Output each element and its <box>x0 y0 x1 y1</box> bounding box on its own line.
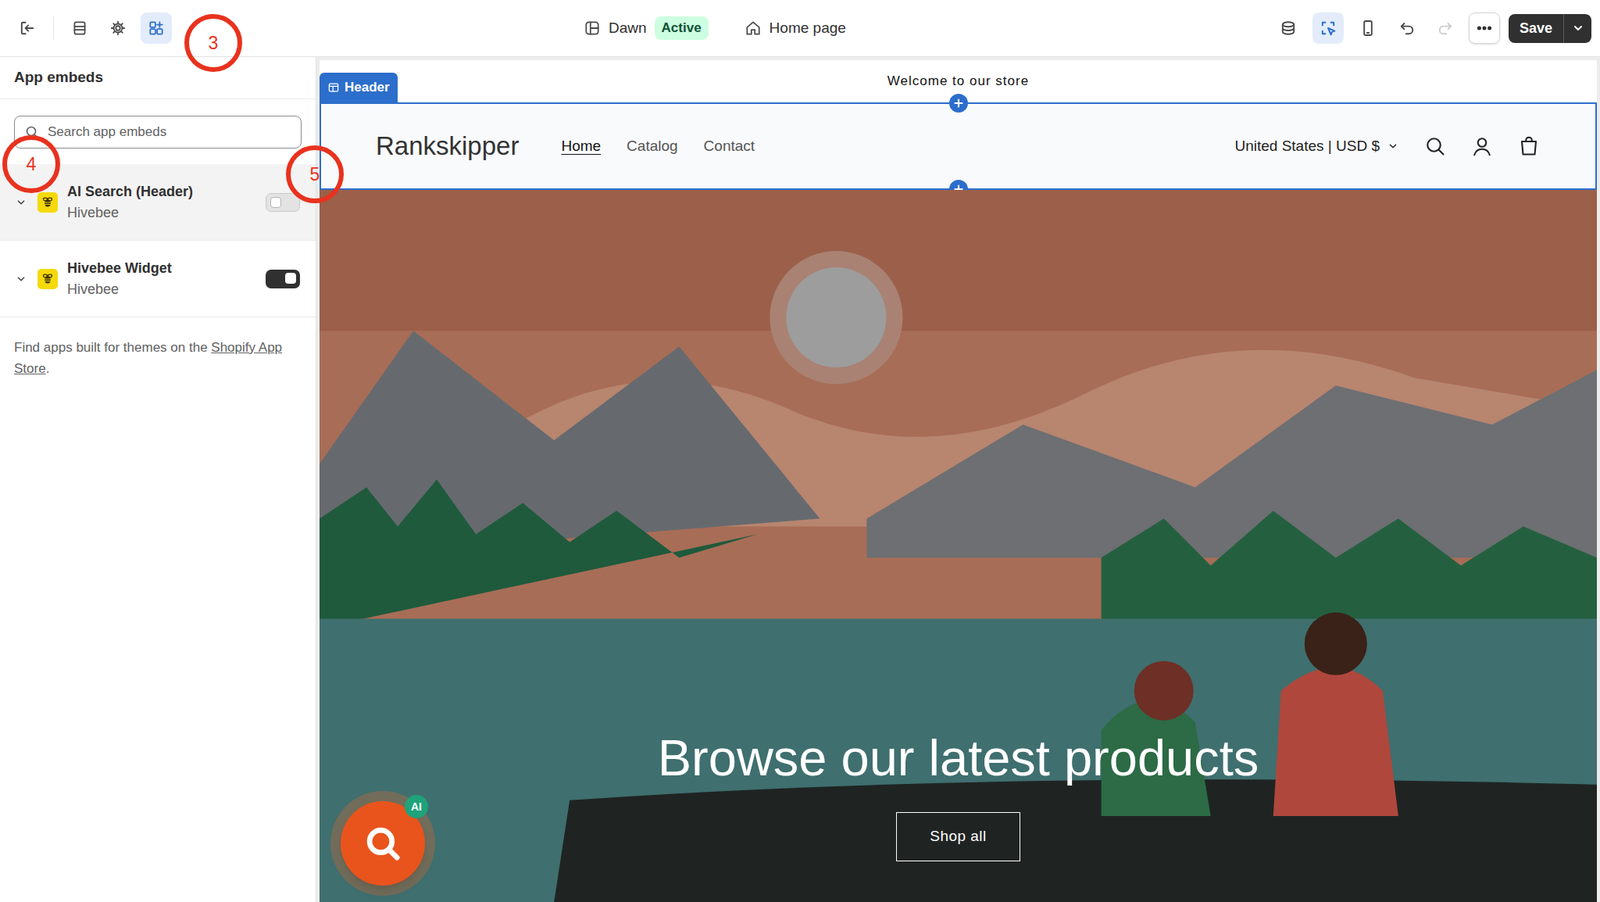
store-logo[interactable]: Rankskipper <box>375 126 519 166</box>
embed-toggle[interactable] <box>265 269 300 289</box>
embed-vendor: Hivebee <box>67 203 257 222</box>
save-button[interactable]: Save <box>1508 14 1564 43</box>
store-preview: Welcome to our store Header Rankskipper Hom… <box>319 60 1597 902</box>
embed-vendor: Hivebee <box>67 279 257 299</box>
bee-icon <box>39 194 56 211</box>
embed-row[interactable]: Hivebee WidgetHivebee <box>0 240 316 318</box>
panel-title: App embeds <box>14 66 104 90</box>
shop-all-button[interactable]: Shop all <box>896 811 1020 861</box>
sidebar-tab[interactable] <box>140 12 172 44</box>
redo-button[interactable] <box>1430 12 1461 44</box>
annotation-circle: 4 <box>2 135 61 193</box>
ai-badge: AI <box>404 794 429 818</box>
sections-icon <box>71 19 89 37</box>
app-logo <box>37 192 58 213</box>
more-button[interactable] <box>1468 12 1500 44</box>
add-section-button[interactable] <box>949 93 968 113</box>
section-icon <box>327 81 340 94</box>
toggle-knob <box>285 272 297 284</box>
account-icon <box>1470 134 1494 158</box>
page-name: Home page <box>769 17 847 40</box>
annotation-label: 4 <box>26 150 37 179</box>
search-icon <box>362 822 404 864</box>
embeds-icon <box>147 19 165 37</box>
search-input[interactable] <box>47 121 292 143</box>
nav-link[interactable]: Contact <box>703 135 755 158</box>
mobile-icon <box>1358 18 1378 38</box>
save-menu-button[interactable] <box>1563 14 1592 43</box>
embed-toggle[interactable] <box>265 192 300 212</box>
chevron-down-icon <box>14 195 29 210</box>
exit-icon <box>17 18 37 38</box>
chevron-down-icon <box>1385 139 1400 154</box>
undo-icon <box>1397 18 1417 38</box>
inspect-icon <box>1318 18 1338 38</box>
sidebar-tab[interactable] <box>102 12 134 44</box>
announcement-text: Welcome to our store <box>887 71 1029 92</box>
redo-icon <box>1435 18 1455 38</box>
layers-icon <box>1278 18 1298 38</box>
annotation-label: 3 <box>208 29 219 58</box>
undo-button[interactable] <box>1392 12 1422 44</box>
theme-name: Dawn <box>608 17 647 40</box>
footer-end: . <box>46 360 50 376</box>
view-tool[interactable] <box>1312 12 1344 44</box>
plus-icon <box>951 96 966 111</box>
app-embeds-panel: App embedsAI Search (Header)HivebeeHiveb… <box>0 57 317 902</box>
chevron-down-icon <box>14 271 29 286</box>
currency-label: United States | USD $ <box>1234 135 1380 158</box>
view-tool[interactable] <box>1352 12 1384 44</box>
main-nav: Home Catalog Contact <box>560 135 755 158</box>
header-section[interactable]: HeaderRankskipperHomeCatalogContactUnite… <box>319 102 1597 190</box>
toolbar-divider <box>53 16 54 40</box>
footer-note: Find apps built for themes on the Shopif… <box>0 317 316 379</box>
hero-image <box>319 189 1597 902</box>
preview-frame: Welcome to our store Header Rankskipper Hom… <box>316 57 1600 902</box>
cart-icon <box>1517 134 1541 158</box>
hero-banner: Browse our latest products Shop all AI <box>319 189 1597 902</box>
toggle-knob <box>270 196 282 208</box>
section-tag: Header <box>319 72 398 103</box>
theme-icon <box>583 19 601 37</box>
ai-search-launcher[interactable]: AI <box>330 790 436 896</box>
status-badge: Active <box>654 16 709 40</box>
exit-button[interactable] <box>11 12 43 44</box>
search-field[interactable] <box>14 115 302 149</box>
search-icon <box>1423 134 1447 158</box>
save-group: Save <box>1508 14 1592 43</box>
page-selector[interactable]: Home page <box>744 17 847 40</box>
app-logo <box>37 268 58 290</box>
footer-text: Find apps built for themes on the <box>14 339 211 355</box>
embed-name: AI Search (Header) <box>67 182 257 201</box>
embed-name: Hivebee Widget <box>67 258 257 278</box>
home-icon <box>744 19 762 37</box>
embed-row[interactable]: AI Search (Header) Hivebee <box>0 164 316 241</box>
annotation-circle: 5 <box>285 145 344 204</box>
annotation-circle: 3 <box>184 14 243 72</box>
settings-icon <box>109 19 127 37</box>
view-tool[interactable] <box>1272 12 1304 44</box>
chevron-down-icon <box>1570 20 1586 36</box>
hero-heading: Browse our latest products <box>657 727 1260 789</box>
more-icon <box>1475 18 1494 38</box>
bee-icon <box>39 271 56 287</box>
nav-link[interactable]: Catalog <box>626 135 679 158</box>
sidebar-tab[interactable] <box>64 12 96 44</box>
annotation-label: 5 <box>310 160 321 189</box>
currency-selector[interactable]: United States | USD $ <box>1234 135 1400 158</box>
section-label: Header <box>344 77 390 98</box>
nav-link[interactable]: Home <box>560 135 601 158</box>
